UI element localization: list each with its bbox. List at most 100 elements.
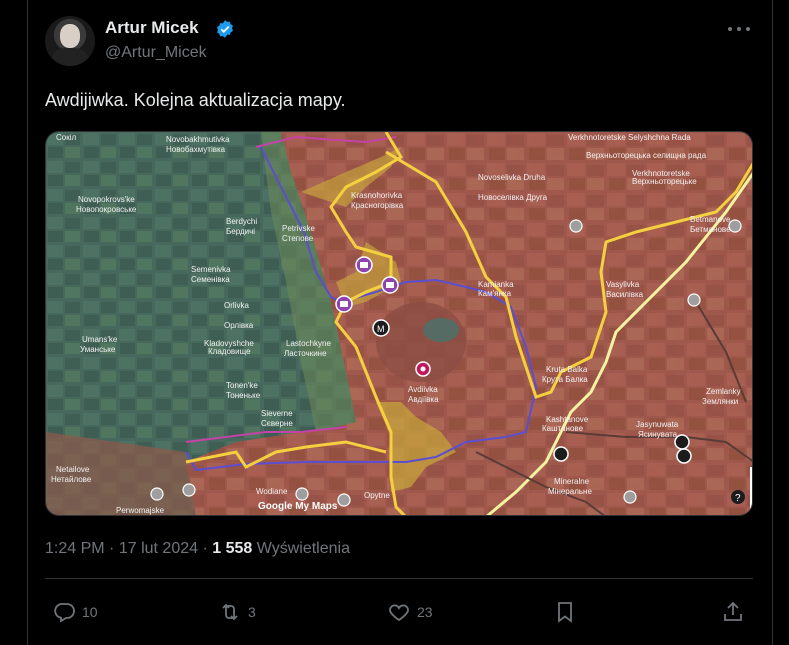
label-novopokrovske-uk: Новопокровське xyxy=(76,205,137,214)
label-avdiivka-uk: Авдіївка xyxy=(408,395,439,404)
label-orlivka-uk: Орлівка xyxy=(224,321,254,330)
tweet-text: Awdijiwka. Kolejna aktualizacja mapy. xyxy=(45,90,346,110)
label-zemlanky: Zemlanky xyxy=(706,387,741,396)
pin-marker-icon[interactable] xyxy=(687,293,701,307)
label-vodiane: Wodiane xyxy=(256,487,288,496)
label-novoselivka: Novoselivka Druha xyxy=(478,173,546,182)
label-kamianka-uk: Кам'янка xyxy=(478,289,512,298)
label-sieverne: Sieverne xyxy=(261,409,293,418)
tweet-meta: 1:24 PM · 17 lut 2024 · 1 558 Wyświetlen… xyxy=(45,540,350,558)
google-my-maps-logo: Google My Maps xyxy=(258,501,338,512)
pin-marker-icon[interactable] xyxy=(337,493,351,507)
factory-marker-icon[interactable] xyxy=(381,276,399,294)
heart-icon xyxy=(389,604,409,622)
bookmark-button[interactable] xyxy=(553,600,577,624)
label-betmanove-uk: Бетманове xyxy=(690,225,731,234)
label-umanske: Umans'ke xyxy=(82,335,118,344)
label-novopokrovske: Novopokrovs'ke xyxy=(78,195,135,204)
pin-marker-icon[interactable] xyxy=(569,219,583,233)
label-novoselivka-uk: Новоселівка Друга xyxy=(478,193,548,202)
factory-marker-icon[interactable] xyxy=(335,295,353,313)
avatar[interactable] xyxy=(45,16,95,66)
label-novobakhmutivka: Novobakhmutivka xyxy=(166,135,230,144)
label-vasylivka-uk: Василівка xyxy=(606,290,644,299)
label-verkhnotoretske-uk: Верхньоторецьке xyxy=(632,177,697,186)
author-name[interactable]: Artur Micek xyxy=(105,18,199,38)
label-umanske-uk: Уманське xyxy=(80,345,116,354)
label-netailove-uk: Нетайлове xyxy=(51,475,92,484)
factory-marker-icon[interactable] xyxy=(355,256,373,274)
tweet-date[interactable]: 17 lut 2024 xyxy=(119,540,198,557)
meta-separator: · xyxy=(109,540,115,557)
meta-separator: · xyxy=(202,540,208,557)
pond xyxy=(423,318,459,342)
label-kashtanove-uk: Каштанове xyxy=(542,424,584,433)
label-berdychi: Berdychi xyxy=(226,217,257,226)
divider xyxy=(45,578,753,579)
avatar-body xyxy=(51,48,89,66)
verified-badge-icon xyxy=(217,20,233,38)
map-svg: Сокіл Novobakhmutivka Новобахмутівка Nov… xyxy=(46,132,752,515)
label-orlivka: Orlivka xyxy=(224,301,249,310)
label-avdiivka: Avdiivka xyxy=(408,385,438,394)
label-krasnohorivka-uk: Красногорівка xyxy=(351,201,404,210)
pin-marker-icon[interactable] xyxy=(295,487,309,501)
label-tonenke: Tonen'ke xyxy=(226,381,258,390)
reply-count: 10 xyxy=(82,604,98,620)
station-marker-icon[interactable]: M xyxy=(372,319,390,337)
label-tonenke-uk: Тоненьке xyxy=(226,391,261,400)
label-petrivske: Petrivske xyxy=(282,224,315,233)
label-kruta-balka: Kruta Balka xyxy=(546,365,588,374)
help-icon[interactable]: ? xyxy=(731,490,745,504)
label-netailove: Netailove xyxy=(56,465,90,474)
label-mineralne: Mineralne xyxy=(554,477,590,486)
repost-icon xyxy=(222,603,238,621)
station-marker-icon[interactable] xyxy=(674,434,690,450)
views-label: Wyświetlenia xyxy=(256,540,350,557)
label-novobakhmutivka-uk: Новобахмутівка xyxy=(166,145,226,154)
svg-text:M: M xyxy=(377,324,385,334)
bookmark-icon xyxy=(558,602,572,623)
label-vasylivka: Vasylivka xyxy=(606,280,640,289)
label-pervomaiske: Perwomajske xyxy=(116,506,165,515)
share-button[interactable] xyxy=(721,600,745,624)
label-yasynuvata: Jasynuwata xyxy=(636,420,679,429)
label-kamianka: Kamianka xyxy=(478,280,514,289)
label-kashtanove: Kashtanove xyxy=(546,415,589,424)
label-sokil: Сокіл xyxy=(56,133,77,142)
avatar-head xyxy=(60,24,80,48)
like-count: 23 xyxy=(417,604,433,620)
label-zemlanky-uk: Землянки xyxy=(702,397,738,406)
station-marker-icon[interactable] xyxy=(553,446,569,462)
label-krasnohorivka: Krasnohorivka xyxy=(351,191,403,200)
label-semenivka-uk: Семенівка xyxy=(191,275,230,284)
station-marker-icon[interactable] xyxy=(676,448,692,464)
label-stepove-uk: Степове xyxy=(282,234,314,243)
pin-marker-icon[interactable] xyxy=(728,219,742,233)
label-betmanove: Betmanove xyxy=(690,215,731,224)
like-button[interactable]: 23 xyxy=(387,600,433,624)
svg-text:?: ? xyxy=(735,493,741,504)
author-handle[interactable]: @Artur_Micek xyxy=(105,44,207,62)
label-lastochkyne: Lastochkyne xyxy=(286,339,331,348)
label-mineralne-uk: Мінеральне xyxy=(548,487,592,496)
place-marker-icon[interactable] xyxy=(415,361,431,377)
map-image[interactable]: Сокіл Novobakhmutivka Новобахмутівка Nov… xyxy=(45,131,753,516)
pin-marker-icon[interactable] xyxy=(150,487,164,501)
tweet-time[interactable]: 1:24 PM xyxy=(45,540,105,557)
label-lastochkyne-uk: Ласточкине xyxy=(284,349,327,358)
share-icon xyxy=(724,601,742,621)
pin-marker-icon[interactable] xyxy=(182,483,196,497)
reply-button[interactable]: 10 xyxy=(52,600,98,624)
label-verkhnotoretske-rada: Verkhnotoretske Selyshchna Rada xyxy=(568,133,691,142)
label-semenivka: Semenivka xyxy=(191,265,231,274)
views-count: 1 558 xyxy=(212,540,253,557)
pin-marker-icon[interactable] xyxy=(623,490,637,504)
label-sieverne-uk: Сєверне xyxy=(261,419,293,428)
repost-button[interactable]: 3 xyxy=(218,600,256,624)
more-options-icon[interactable] xyxy=(728,22,750,36)
label-berdychi-uk: Бердичі xyxy=(226,227,255,236)
label-verkhnotoretske-rada-uk: Верхньоторецька селищна рада xyxy=(586,151,707,160)
label-kruta-balka-uk: Крута Балка xyxy=(542,375,588,384)
reply-icon xyxy=(54,603,75,623)
